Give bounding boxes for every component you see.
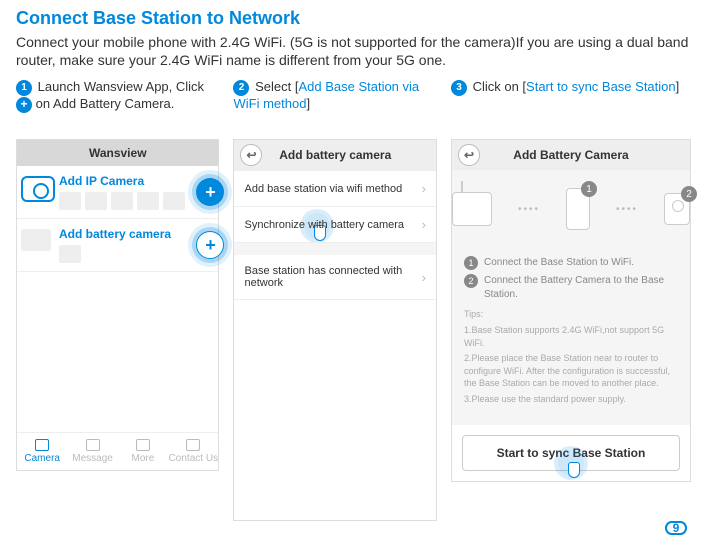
screen-2-titlebar: ↩ Add battery camera (234, 140, 435, 171)
tap-indicator-icon (558, 450, 584, 476)
add-battery-camera-panel[interactable]: Add battery camera + (17, 219, 218, 272)
note-1-text: Connect the Base Station to WiFi. (484, 256, 634, 270)
screen-1-title: Wansview (17, 140, 218, 166)
step-2-text-a: Select [ (251, 79, 298, 94)
back-button[interactable]: ↩ (240, 144, 262, 166)
tab-contact[interactable]: Contact Us (168, 433, 218, 470)
row-already-connected[interactable]: Base station has connected with network› (234, 255, 435, 300)
screen-2-title: Add battery camera (279, 148, 391, 162)
step-2-badge: 2 (233, 80, 249, 96)
tip-3: 3.Please use the standard power supply. (464, 393, 678, 406)
chevron-right-icon: › (422, 181, 426, 196)
tips-label: Tips: (464, 308, 678, 321)
step-2-heading: 2 Select [Add Base Station via WiFi meth… (233, 79, 436, 129)
step-2-column: 2 Select [Add Base Station via WiFi meth… (233, 79, 436, 521)
row-add-base-wifi[interactable]: Add base station via wifi method › (234, 171, 435, 207)
tab-message[interactable]: Message (67, 433, 117, 470)
step-1-text-a: Launch Wansview App, Click (34, 79, 204, 94)
add-ip-camera-label: Add IP Camera (59, 174, 212, 188)
camera-tab-icon (35, 439, 49, 451)
tab-bar: Camera Message More Contact Us (17, 432, 218, 470)
row-add-base-wifi-label: Add base station via wifi method (244, 183, 402, 195)
chevron-right-icon: › (422, 217, 426, 232)
screen-1: Wansview Add IP Camera + Add battery cam… (16, 139, 219, 471)
section-gap (234, 243, 435, 255)
step-1-column: 1 Launch Wansview App, Click + on Add Ba… (16, 79, 219, 521)
connection-diagram: •••• 1 •••• 2 (452, 170, 690, 248)
add-battery-camera-label: Add battery camera (59, 227, 212, 241)
note-badge-1: 1 (464, 256, 478, 270)
add-ip-camera-panel[interactable]: Add IP Camera + (17, 166, 218, 219)
diagram-badge-1: 1 (581, 181, 597, 197)
page-number: 9 (665, 521, 687, 535)
ip-camera-icon (21, 176, 55, 202)
step-2-text-b: ] (306, 96, 310, 111)
plus-icon: + (16, 97, 32, 113)
chevron-right-icon: › (422, 270, 426, 285)
tip-1: 1.Base Station supports 2.4G WiFi,not su… (464, 324, 678, 349)
back-button[interactable]: ↩ (458, 144, 480, 166)
message-tab-icon (86, 439, 100, 451)
intro-text: Connect your mobile phone with 2.4G WiFi… (16, 33, 691, 69)
more-tab-icon (136, 439, 150, 451)
start-sync-button[interactable]: Start to sync Base Station (462, 435, 680, 471)
screen-3-titlebar: ↩ Add Battery Camera (452, 140, 690, 170)
contact-tab-icon (186, 439, 200, 451)
screen-2-spacer (234, 300, 435, 520)
dots-icon: •••• (518, 204, 540, 215)
battery-camera-icon: 2 (664, 193, 690, 225)
router-icon (452, 192, 492, 226)
screen-1-spacer (17, 272, 218, 432)
step-1-text-b: on Add Battery Camera. (36, 96, 175, 111)
add-battery-plus-button[interactable]: + (196, 231, 224, 259)
step-3-column: 3 Click on [Start to sync Base Station] … (451, 79, 691, 521)
step-3-link: Start to sync Base Station (526, 79, 676, 94)
tab-camera[interactable]: Camera (17, 433, 67, 470)
battery-camera-thumbs (59, 245, 212, 263)
note-badge-2: 2 (464, 274, 478, 288)
tab-more[interactable]: More (118, 433, 168, 470)
row-sync-battery[interactable]: Synchronize with battery camera › (234, 207, 435, 243)
diagram-badge-2: 2 (681, 186, 697, 202)
instructions-notes: 1 Connect the Base Station to WiFi. 2 Conn… (452, 248, 690, 424)
eye-icon: 9 (665, 521, 687, 535)
step-1-badge: 1 (16, 80, 32, 96)
tip-2: 2.Please place the Base Station near to … (464, 352, 678, 390)
step-3-text-b: ] (676, 79, 680, 94)
tips-block: Tips: 1.Base Station supports 2.4G WiFi,… (464, 308, 678, 405)
battery-camera-icon (21, 229, 51, 251)
screen-2: ↩ Add battery camera Add base station vi… (233, 139, 436, 521)
dots-icon: •••• (616, 204, 638, 215)
ip-camera-thumbs (59, 192, 212, 210)
add-ip-plus-button[interactable]: + (196, 178, 224, 206)
screen-3: ↩ Add Battery Camera •••• 1 •••• 2 1 Conn… (451, 139, 691, 481)
section-title: Connect Base Station to Network (16, 8, 691, 29)
step-3-badge: 3 (451, 80, 467, 96)
screen-3-title: Add Battery Camera (513, 148, 628, 162)
step-1-heading: 1 Launch Wansview App, Click + on Add Ba… (16, 79, 219, 129)
step-3-heading: 3 Click on [Start to sync Base Station] (451, 79, 691, 129)
base-station-icon: 1 (566, 188, 590, 230)
note-2-text: Connect the Battery Camera to the Base S… (484, 274, 678, 302)
row-sync-battery-label: Synchronize with battery camera (244, 219, 404, 231)
row-already-connected-label: Base station has connected with network (244, 265, 421, 289)
step-3-text-a: Click on [ (469, 79, 526, 94)
